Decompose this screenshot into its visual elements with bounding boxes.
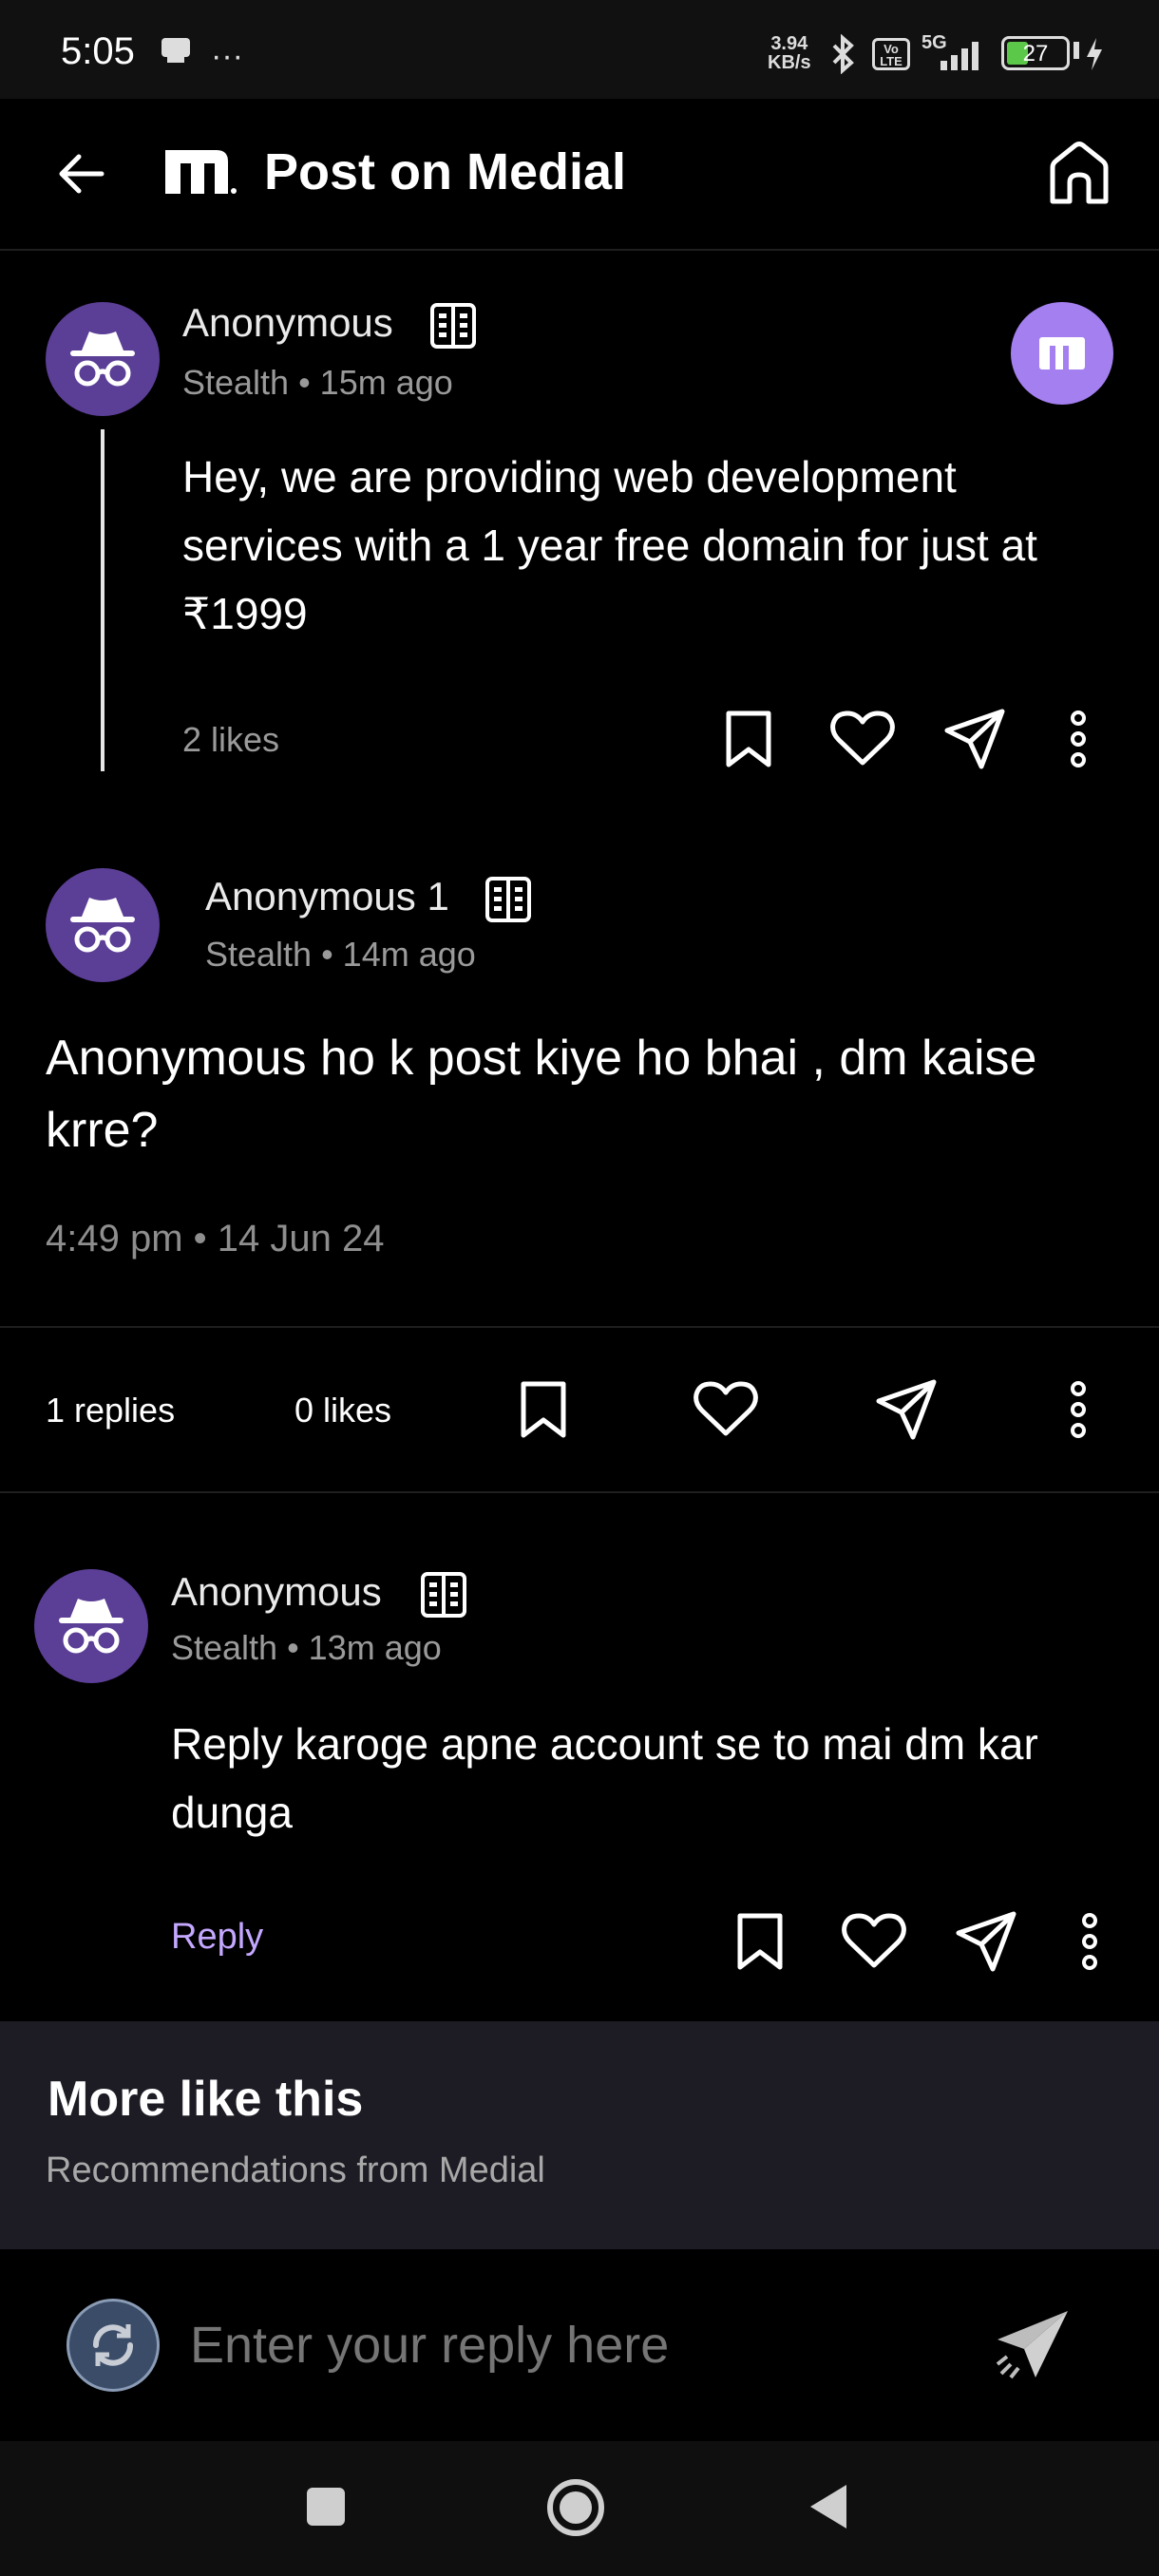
comment-meta: Stealth • 14m ago [205, 935, 476, 974]
status-bar: 5:05 ··· 3.94 KB/s Vo LTE 5G 27 [0, 0, 1159, 99]
notification-icon [160, 36, 194, 66]
incognito-icon [70, 331, 135, 387]
medial-logo-icon [1039, 337, 1085, 369]
reply-meta: Stealth • 13m ago [171, 1628, 442, 1667]
comment-actions: 1 replies 0 likes [0, 1328, 1159, 1491]
signal-icon [922, 38, 988, 72]
send-icon [996, 2311, 1068, 2379]
avatar[interactable] [46, 302, 160, 416]
like-button[interactable] [692, 1375, 760, 1444]
bookmark-icon [737, 1913, 783, 1970]
author-name[interactable]: Anonymous 1 [205, 874, 449, 919]
heart-icon [830, 710, 895, 766]
recent-apps-button[interactable] [294, 2475, 357, 2538]
more-options-button[interactable] [1054, 1375, 1102, 1444]
reply-link[interactable]: Reply [171, 1917, 263, 1958]
author-name[interactable]: Anonymous [182, 300, 393, 346]
header: Post on Medial [0, 99, 1159, 251]
medial-badge[interactable] [1011, 302, 1113, 405]
replies-count[interactable]: 1 replies [46, 1391, 175, 1430]
comment-timestamp: 4:49 pm • 14 Jun 24 [46, 1218, 385, 1260]
battery-level: 27 [1022, 41, 1049, 66]
share-button[interactable] [872, 1375, 940, 1444]
more-options-button[interactable] [1054, 705, 1102, 773]
home-button[interactable] [1043, 137, 1115, 209]
status-time: 5:05 [61, 30, 135, 72]
like-button[interactable] [828, 705, 897, 773]
charging-icon [1083, 36, 1106, 72]
more-notifications-icon: ··· [211, 38, 243, 74]
medial-logo-icon [162, 142, 238, 199]
heart-icon [842, 1913, 906, 1968]
post-body: Hey, we are providing web development se… [182, 452, 1037, 638]
section-subtitle: Recommendations from Medial [46, 2150, 545, 2190]
share-button[interactable] [952, 1907, 1020, 1976]
like-button[interactable] [840, 1907, 908, 1976]
volte-icon: Vo LTE [872, 38, 910, 70]
arrow-left-icon [59, 154, 104, 194]
send-reply-button[interactable] [984, 2302, 1079, 2388]
bookmark-icon [521, 1381, 566, 1438]
more-vertical-icon [1082, 1913, 1097, 1970]
more-vertical-icon [1071, 710, 1086, 767]
user-avatar[interactable] [66, 2299, 160, 2392]
battery-tip [1074, 42, 1079, 59]
comment-body: Anonymous ho k post kiye ho bhai , dm ka… [46, 1031, 1037, 1158]
page-title: Post on Medial [264, 143, 627, 200]
refresh-icon [93, 2324, 133, 2366]
net-speed: 3.94 KB/s [768, 33, 811, 73]
post-meta: Stealth • 15m ago [182, 363, 453, 402]
back-nav-button[interactable] [794, 2475, 861, 2538]
share-button[interactable] [940, 705, 1009, 773]
home-icon [1050, 142, 1109, 204]
bookmark-button[interactable] [714, 705, 783, 773]
original-post: Anonymous Stealth • 15m ago Hey, we are … [0, 253, 1159, 794]
reply-body: Reply karoge apne account se to mai dm k… [171, 1719, 1038, 1837]
incognito-icon [70, 898, 135, 953]
system-nav-bar [0, 2441, 1159, 2576]
bookmark-button[interactable] [726, 1907, 794, 1976]
thread-line [101, 429, 104, 771]
company-icon [428, 300, 479, 351]
avatar[interactable] [34, 1569, 148, 1683]
likes-count[interactable]: 0 likes [294, 1391, 391, 1430]
send-icon [876, 1379, 937, 1440]
author-name[interactable]: Anonymous [171, 1569, 382, 1615]
company-icon [483, 874, 534, 925]
section-title: More like this [48, 2072, 364, 2127]
reply-input[interactable] [190, 2299, 969, 2392]
avatar[interactable] [46, 868, 160, 982]
bookmark-button[interactable] [509, 1375, 578, 1444]
bluetooth-icon [826, 34, 861, 74]
send-icon [956, 1911, 1016, 1972]
circle-icon [547, 2479, 604, 2536]
reply-input-bar [0, 2249, 1159, 2441]
bookmark-icon [726, 710, 771, 767]
more-like-this-section: More like this Recommendations from Medi… [0, 2021, 1159, 2249]
home-nav-button[interactable] [540, 2472, 612, 2544]
reply-item: Anonymous Stealth • 13m ago Reply karoge… [0, 1493, 1159, 2021]
send-icon [944, 709, 1005, 769]
heart-icon [694, 1381, 758, 1436]
incognito-icon [59, 1599, 124, 1654]
square-icon [307, 2488, 345, 2526]
battery-icon: 27 [1001, 36, 1070, 70]
more-options-button[interactable] [1066, 1907, 1113, 1976]
company-icon [418, 1569, 469, 1620]
triangle-back-icon [810, 2485, 846, 2529]
likes-count[interactable]: 2 likes [182, 720, 279, 760]
more-vertical-icon [1071, 1381, 1086, 1438]
back-button[interactable] [48, 141, 114, 207]
